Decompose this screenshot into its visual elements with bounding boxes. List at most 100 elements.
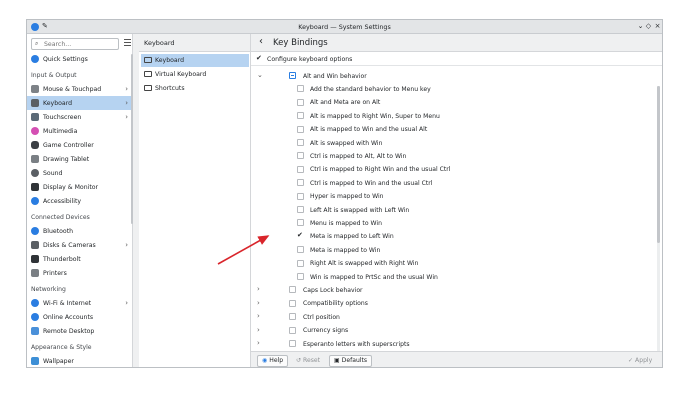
- chevron-right-icon[interactable]: ›: [257, 299, 260, 307]
- sidebar-item-sound[interactable]: Sound: [27, 166, 131, 180]
- tree-group-alt-win[interactable]: ⌄ Alt and Win behavior: [251, 69, 659, 82]
- option-checkbox[interactable]: [297, 219, 304, 227]
- window-title: Keyboard — System Settings: [298, 23, 391, 31]
- sidebar-item-multimedia[interactable]: Multimedia: [27, 124, 131, 138]
- hamburger-menu-icon[interactable]: [124, 39, 131, 46]
- option-row[interactable]: Win is mapped to PrtSc and the usual Win: [251, 270, 659, 283]
- chevron-right-icon[interactable]: ›: [257, 285, 260, 293]
- maximize-button[interactable]: ◇: [644, 22, 653, 31]
- option-row[interactable]: Right Alt is swapped with Right Win: [251, 257, 659, 270]
- apply-button[interactable]: ✓ Apply: [623, 355, 657, 367]
- option-row-checked[interactable]: ✔ Meta is mapped to Left Win: [251, 230, 659, 243]
- search-input[interactable]: [44, 40, 114, 49]
- sidebar-item-touchscreen[interactable]: Touchscreen ›: [27, 110, 131, 124]
- sidebar-item-wifi-internet[interactable]: Wi-Fi & Internet ›: [27, 296, 131, 310]
- sidebar-item-wallpaper[interactable]: Wallpaper: [27, 354, 131, 367]
- monitor-icon: [31, 183, 39, 191]
- option-row[interactable]: Alt is swapped with Win: [251, 136, 659, 149]
- option-checkbox[interactable]: [297, 112, 304, 120]
- configure-options-label: Configure keyboard options: [267, 55, 353, 63]
- group-checkbox[interactable]: [289, 326, 296, 334]
- defaults-button[interactable]: ▣ Defaults: [329, 355, 373, 367]
- subpage-item-shortcuts[interactable]: Shortcuts: [141, 82, 249, 95]
- option-checkbox[interactable]: [297, 165, 304, 173]
- sidebar-scrollbar[interactable]: [131, 54, 133, 224]
- defaults-icon: ▣: [334, 357, 340, 364]
- help-icon: ◉: [262, 357, 268, 364]
- option-checkbox[interactable]: [297, 259, 304, 267]
- option-checkbox[interactable]: [297, 246, 304, 254]
- sidebar-item-quick-settings[interactable]: Quick Settings: [27, 52, 131, 66]
- option-checkbox[interactable]: [297, 98, 304, 106]
- tree-group[interactable]: › Currency signs: [251, 324, 659, 337]
- subpage-item-virtual-keyboard[interactable]: Virtual Keyboard: [141, 68, 249, 81]
- tree-group[interactable]: › Ctrl position: [251, 310, 659, 323]
- search-field[interactable]: ⌕: [31, 38, 119, 50]
- sidebar-item-mouse-touchpad[interactable]: Mouse & Touchpad ›: [27, 82, 131, 96]
- sidebar-item-label: Display & Monitor: [43, 183, 99, 191]
- sidebar-item-remote-desktop[interactable]: Remote Desktop: [27, 324, 131, 338]
- option-checkbox[interactable]: [297, 179, 304, 187]
- option-checkbox[interactable]: [297, 192, 304, 200]
- mouse-icon: [31, 85, 39, 93]
- chevron-right-icon[interactable]: ›: [257, 339, 260, 347]
- sidebar-item-printers[interactable]: Printers: [27, 266, 131, 280]
- tree-group[interactable]: › Esperanto letters with superscripts: [251, 337, 659, 350]
- reset-button[interactable]: ↺ Reset: [291, 355, 325, 367]
- option-checkbox[interactable]: [297, 152, 304, 160]
- group-checkbox[interactable]: [289, 286, 296, 294]
- sidebar-item-online-accounts[interactable]: Online Accounts: [27, 310, 131, 324]
- option-checkbox[interactable]: [297, 125, 304, 133]
- partial-checkbox[interactable]: [289, 72, 296, 79]
- check-icon[interactable]: ✔: [297, 231, 303, 239]
- close-button[interactable]: ×: [653, 22, 662, 31]
- chevron-down-icon[interactable]: ⌄: [257, 71, 263, 79]
- options-scrollbar[interactable]: [657, 86, 660, 364]
- option-checkbox[interactable]: [297, 206, 304, 213]
- sidebar-item-label: Printers: [43, 269, 67, 277]
- tree-group[interactable]: › Caps Lock behavior: [251, 283, 659, 296]
- subpage-item-keyboard[interactable]: Keyboard: [141, 54, 249, 67]
- option-label: Menu is mapped to Win: [310, 219, 382, 227]
- option-row[interactable]: Ctrl is mapped to Win and the usual Ctrl: [251, 176, 659, 189]
- option-row[interactable]: Alt is mapped to Right Win, Super to Men…: [251, 109, 659, 122]
- chevron-right-icon[interactable]: ›: [257, 326, 260, 334]
- reset-label: Reset: [303, 357, 321, 364]
- group-label: Currency signs: [303, 327, 349, 335]
- sidebar-item-keyboard[interactable]: Keyboard ›: [27, 96, 131, 110]
- option-row[interactable]: Ctrl is mapped to Right Win and the usua…: [251, 163, 659, 176]
- option-row[interactable]: Add the standard behavior to Menu key: [251, 82, 659, 95]
- group-checkbox[interactable]: [289, 313, 296, 321]
- sidebar-item-label: Disks & Cameras: [43, 241, 96, 249]
- chevron-right-icon: ›: [125, 113, 128, 121]
- option-row[interactable]: Hyper is mapped to Win: [251, 190, 659, 203]
- sidebar-item-game-controller[interactable]: Game Controller: [27, 138, 131, 152]
- configure-keyboard-options-row[interactable]: ✔ Configure keyboard options: [251, 52, 662, 66]
- option-row[interactable]: Alt is mapped to Win and the usual Alt: [251, 123, 659, 136]
- option-row[interactable]: Meta is mapped to Win: [251, 243, 659, 256]
- help-button[interactable]: ◉ Help: [257, 355, 289, 367]
- chevron-right-icon[interactable]: ›: [257, 312, 260, 320]
- sidebar-item-drawing-tablet[interactable]: Drawing Tablet: [27, 152, 131, 166]
- sidebar-item-label: Online Accounts: [43, 313, 94, 321]
- sidebar-item-disks-cameras[interactable]: Disks & Cameras ›: [27, 238, 131, 252]
- back-arrow-icon[interactable]: ‹: [259, 36, 263, 47]
- option-checkbox[interactable]: [297, 273, 304, 280]
- option-row[interactable]: Alt and Meta are on Alt: [251, 96, 659, 109]
- option-checkbox[interactable]: [297, 85, 304, 93]
- tree-group[interactable]: › Compatibility options: [251, 297, 659, 310]
- option-label: Right Alt is swapped with Right Win: [310, 260, 419, 268]
- sidebar-item-thunderbolt[interactable]: Thunderbolt: [27, 252, 131, 266]
- check-icon[interactable]: ✔: [256, 54, 262, 62]
- group-checkbox[interactable]: [289, 299, 296, 307]
- sidebar-item-display-monitor[interactable]: Display & Monitor: [27, 180, 131, 194]
- keyboard-icon: [31, 99, 39, 107]
- option-row[interactable]: Ctrl is mapped to Alt, Alt to Win: [251, 149, 659, 162]
- scrollbar-thumb[interactable]: [657, 86, 660, 243]
- sidebar-item-bluetooth[interactable]: Bluetooth: [27, 224, 131, 238]
- group-checkbox[interactable]: [289, 340, 296, 347]
- option-row[interactable]: Menu is mapped to Win: [251, 216, 659, 229]
- option-row[interactable]: Left Alt is swapped with Left Win: [251, 203, 659, 216]
- option-checkbox[interactable]: [297, 139, 304, 146]
- sidebar-item-accessibility[interactable]: Accessibility: [27, 194, 131, 208]
